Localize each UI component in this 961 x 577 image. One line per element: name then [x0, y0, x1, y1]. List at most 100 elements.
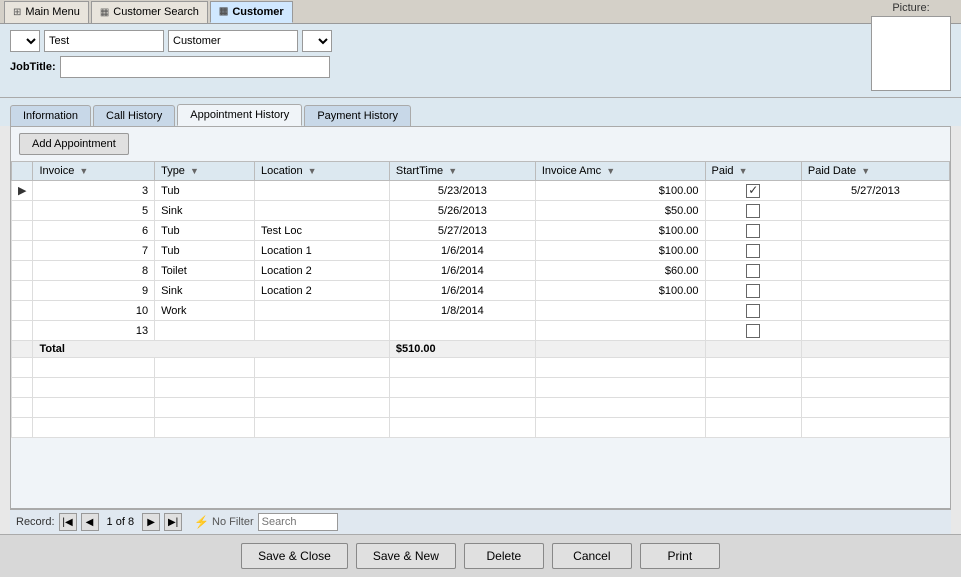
cell-invoice: 9 [33, 281, 155, 301]
col-paid-date[interactable]: Paid Date ▼ [801, 162, 949, 181]
paid-checkbox[interactable] [746, 284, 760, 298]
cell-invoice: 8 [33, 261, 155, 281]
row-indicator [12, 281, 33, 301]
spacer-row [12, 398, 950, 418]
tab-customer[interactable]: ▦ Customer [210, 1, 293, 23]
cell-type: Tub [155, 241, 255, 261]
nav-first-button[interactable]: |◀ [59, 513, 77, 531]
starttime-sort-icon: ▼ [448, 166, 457, 176]
main-window: JobTitle: Picture: Information Call Hist… [0, 24, 961, 577]
nav-next-button[interactable]: ▶ [142, 513, 160, 531]
table-row[interactable]: 6 Tub Test Loc 5/27/2013 $100.00 [12, 221, 950, 241]
cell-paid[interactable] [705, 201, 801, 221]
cell-paid[interactable] [705, 261, 801, 281]
cell-invoice: 13 [33, 321, 155, 341]
table-row[interactable]: 7 Tub Location 1 1/6/2014 $100.00 [12, 241, 950, 261]
table-area: Add Appointment Invoice ▼ Type ▼ Locatio… [10, 126, 951, 509]
row-indicator [12, 241, 33, 261]
location-sort-icon: ▼ [308, 166, 317, 176]
cell-type: Sink [155, 281, 255, 301]
cell-paid-date [801, 241, 949, 261]
cell-location: Test Loc [255, 221, 390, 241]
cell-invoice: 10 [33, 301, 155, 321]
record-current: 1 of 8 [103, 516, 139, 528]
cancel-button[interactable]: Cancel [552, 543, 632, 569]
paid-checkbox[interactable] [746, 184, 760, 198]
delete-button[interactable]: Delete [464, 543, 544, 569]
tab-appointment-history[interactable]: Appointment History [177, 104, 302, 126]
paid-checkbox[interactable] [746, 304, 760, 318]
paid-checkbox[interactable] [746, 224, 760, 238]
cell-type: Sink [155, 201, 255, 221]
name-row [10, 30, 332, 52]
table-row[interactable]: 5 Sink 5/26/2013 $50.00 [12, 201, 950, 221]
cell-paid[interactable] [705, 221, 801, 241]
cell-paid[interactable] [705, 181, 801, 201]
col-location[interactable]: Location ▼ [255, 162, 390, 181]
header-area: JobTitle: Picture: [0, 24, 961, 98]
nav-last-button[interactable]: ▶| [164, 513, 182, 531]
data-table: Invoice ▼ Type ▼ Location ▼ StartTime ▼ … [11, 161, 950, 508]
save-close-button[interactable]: Save & Close [241, 543, 348, 569]
cell-starttime: 5/23/2013 [389, 181, 535, 201]
suffix-select[interactable] [302, 30, 332, 52]
customer-search-icon: ▦ [100, 7, 109, 18]
tab-call-history[interactable]: Call History [93, 105, 175, 126]
spacer-row [12, 378, 950, 398]
record-nav: Record: |◀ ◀ 1 of 8 ▶ ▶| ⚡ No Filter [10, 509, 951, 534]
cell-location: Location 2 [255, 261, 390, 281]
tab-payment-history[interactable]: Payment History [304, 105, 411, 126]
cell-paid[interactable] [705, 281, 801, 301]
cell-paid[interactable] [705, 321, 801, 341]
total-label: Total [33, 341, 389, 358]
cell-starttime [389, 321, 535, 341]
salutation-select[interactable] [10, 30, 40, 52]
paid-checkbox[interactable] [746, 324, 760, 338]
row-indicator [12, 201, 33, 221]
cell-paid[interactable] [705, 241, 801, 261]
table-row[interactable]: 13 [12, 321, 950, 341]
row-indicator [12, 321, 33, 341]
nav-prev-button[interactable]: ◀ [81, 513, 99, 531]
paid-checkbox[interactable] [746, 244, 760, 258]
table-body: ▶ 3 Tub 5/23/2013 $100.00 5/27/2013 5 Si… [12, 181, 950, 438]
picture-area: Picture: [871, 2, 951, 91]
col-invoice[interactable]: Invoice ▼ [33, 162, 155, 181]
cell-amount: $100.00 [535, 181, 705, 201]
tab-customer-search[interactable]: ▦ Customer Search [91, 1, 208, 23]
col-indicator [12, 162, 33, 181]
cell-paid[interactable] [705, 301, 801, 321]
col-starttime[interactable]: StartTime ▼ [389, 162, 535, 181]
first-name-input[interactable] [44, 30, 164, 52]
picture-box [871, 16, 951, 91]
cell-starttime: 5/27/2013 [389, 221, 535, 241]
paid-checkbox[interactable] [746, 204, 760, 218]
search-input[interactable] [258, 513, 338, 531]
row-indicator [12, 301, 33, 321]
cell-type: Tub [155, 181, 255, 201]
col-type[interactable]: Type ▼ [155, 162, 255, 181]
jobtitle-input[interactable] [60, 56, 330, 78]
col-paid[interactable]: Paid ▼ [705, 162, 801, 181]
paid-checkbox[interactable] [746, 264, 760, 278]
tab-information[interactable]: Information [10, 105, 91, 126]
print-button[interactable]: Print [640, 543, 720, 569]
cell-paid-date [801, 321, 949, 341]
table-row[interactable]: 9 Sink Location 2 1/6/2014 $100.00 [12, 281, 950, 301]
last-name-input[interactable] [168, 30, 298, 52]
cell-location [255, 321, 390, 341]
add-appointment-button[interactable]: Add Appointment [19, 133, 129, 155]
save-new-button[interactable]: Save & New [356, 543, 456, 569]
row-indicator [12, 221, 33, 241]
cell-invoice: 6 [33, 221, 155, 241]
row-indicator: ▶ [12, 181, 33, 201]
cell-location [255, 301, 390, 321]
table-row[interactable]: ▶ 3 Tub 5/23/2013 $100.00 5/27/2013 [12, 181, 950, 201]
table-row[interactable]: 8 Toilet Location 2 1/6/2014 $60.00 [12, 261, 950, 281]
cell-starttime: 1/6/2014 [389, 261, 535, 281]
cell-location: Location 1 [255, 241, 390, 261]
col-invoice-amount[interactable]: Invoice Amc ▼ [535, 162, 705, 181]
table-row[interactable]: 10 Work 1/8/2014 [12, 301, 950, 321]
tab-main-menu[interactable]: ⊞ Main Menu [4, 1, 89, 23]
cell-invoice: 5 [33, 201, 155, 221]
